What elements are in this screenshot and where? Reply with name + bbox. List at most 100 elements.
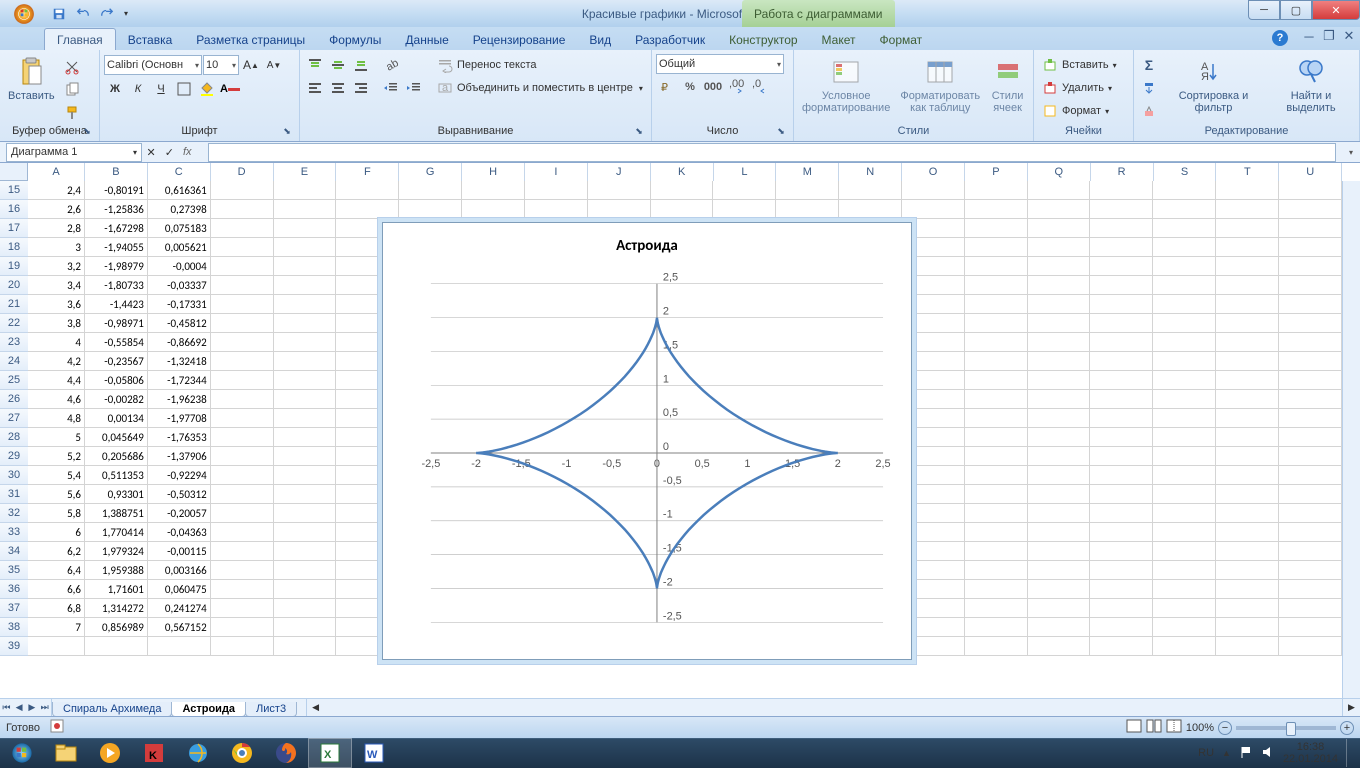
cell[interactable] <box>1153 219 1216 238</box>
cell[interactable] <box>1279 428 1342 447</box>
cell[interactable] <box>1028 637 1091 656</box>
column-header[interactable]: P <box>965 163 1028 181</box>
font-color-button[interactable]: A <box>219 78 241 100</box>
cell[interactable]: -1,25836 <box>85 200 148 219</box>
tab-view[interactable]: Вид <box>577 29 623 50</box>
cell[interactable] <box>1279 333 1342 352</box>
cell[interactable] <box>1216 523 1279 542</box>
cell[interactable] <box>1090 599 1153 618</box>
comma-button[interactable]: 000 <box>702 76 724 98</box>
cell[interactable] <box>1279 466 1342 485</box>
cell[interactable] <box>525 181 588 200</box>
tray-clock[interactable]: 16:3822.01.2014 <box>1283 741 1338 765</box>
clipboard-launcher[interactable]: ⬊ <box>81 126 93 138</box>
column-header[interactable]: E <box>274 163 337 181</box>
cell[interactable] <box>274 428 337 447</box>
tab-nav-last[interactable]: ⏭ <box>38 699 51 716</box>
orientation-button[interactable]: ab <box>380 54 402 76</box>
cell[interactable] <box>148 637 211 656</box>
autosum-button[interactable]: Σ <box>1138 54 1160 76</box>
cell[interactable]: -1,80733 <box>85 276 148 295</box>
cell[interactable]: 0,005621 <box>148 238 211 257</box>
merge-center-button[interactable]: aОбъединить и поместить в центре▾ <box>433 77 647 99</box>
cell[interactable]: 0,27398 <box>148 200 211 219</box>
cell[interactable] <box>211 314 274 333</box>
cell[interactable]: 4,6 <box>28 390 85 409</box>
insert-cells-button[interactable]: Вставить▾ <box>1038 54 1121 76</box>
cell[interactable] <box>965 447 1028 466</box>
cell[interactable] <box>965 561 1028 580</box>
cell[interactable] <box>1090 542 1153 561</box>
qat-customize-dropdown[interactable]: ▾ <box>120 3 132 25</box>
cell[interactable] <box>1153 561 1216 580</box>
cell[interactable]: 0,567152 <box>148 618 211 637</box>
cell[interactable] <box>274 504 337 523</box>
zoom-slider[interactable] <box>1236 726 1336 730</box>
cell[interactable] <box>965 599 1028 618</box>
cell[interactable] <box>211 523 274 542</box>
cell[interactable] <box>274 238 337 257</box>
cell[interactable] <box>651 200 714 219</box>
chart-plot-area[interactable]: -2,5-2-1,5-1-0,500,511,522,5-2,5-2-1,5-1… <box>401 273 893 643</box>
row-header[interactable]: 35 <box>0 561 28 580</box>
cell[interactable] <box>274 333 337 352</box>
cell[interactable]: 6,2 <box>28 542 85 561</box>
cell[interactable]: 0,060475 <box>148 580 211 599</box>
row-header[interactable]: 25 <box>0 371 28 390</box>
align-top[interactable] <box>304 54 326 76</box>
cell[interactable]: -1,76353 <box>148 428 211 447</box>
cell[interactable] <box>1090 580 1153 599</box>
column-header[interactable]: H <box>462 163 525 181</box>
cell[interactable] <box>1028 599 1091 618</box>
row-header[interactable]: 20 <box>0 276 28 295</box>
cell[interactable] <box>902 200 965 219</box>
row-header[interactable]: 34 <box>0 542 28 561</box>
cell[interactable]: 3,4 <box>28 276 85 295</box>
cell[interactable] <box>1279 371 1342 390</box>
column-header[interactable]: B <box>85 163 148 181</box>
cell[interactable] <box>1090 447 1153 466</box>
cell[interactable]: 0,00134 <box>85 409 148 428</box>
cell[interactable] <box>211 618 274 637</box>
cell[interactable] <box>1153 390 1216 409</box>
cell[interactable]: 0,045649 <box>85 428 148 447</box>
column-header[interactable]: O <box>902 163 965 181</box>
paste-button[interactable]: Вставить <box>4 54 59 104</box>
format-cells-button[interactable]: Формат▾ <box>1038 100 1121 122</box>
cell[interactable] <box>274 409 337 428</box>
qat-undo[interactable] <box>72 3 94 25</box>
cell[interactable] <box>1090 200 1153 219</box>
grow-font-button[interactable]: A▲ <box>240 54 262 76</box>
tab-formulas[interactable]: Формулы <box>317 29 393 50</box>
cell[interactable] <box>1028 295 1091 314</box>
cell[interactable] <box>1216 257 1279 276</box>
cell[interactable] <box>274 542 337 561</box>
cell[interactable] <box>211 219 274 238</box>
window-minimize[interactable]: ─ <box>1248 0 1280 20</box>
cell[interactable] <box>211 485 274 504</box>
cell[interactable] <box>1216 295 1279 314</box>
cell[interactable] <box>965 276 1028 295</box>
cell[interactable] <box>211 181 274 200</box>
taskbar-kaspersky[interactable]: K <box>132 738 176 768</box>
row-header[interactable]: 32 <box>0 504 28 523</box>
row-header[interactable]: 16 <box>0 200 28 219</box>
cell[interactable] <box>965 257 1028 276</box>
tab-page-layout[interactable]: Разметка страницы <box>184 29 317 50</box>
taskbar-media-player[interactable] <box>88 738 132 768</box>
cell[interactable] <box>1216 409 1279 428</box>
cell[interactable] <box>336 181 399 200</box>
cell[interactable] <box>1279 447 1342 466</box>
cell[interactable] <box>211 466 274 485</box>
cell[interactable] <box>1028 618 1091 637</box>
cell[interactable]: 1,71601 <box>85 580 148 599</box>
cell[interactable] <box>1028 181 1091 200</box>
row-header[interactable]: 30 <box>0 466 28 485</box>
cell[interactable] <box>1028 523 1091 542</box>
select-all-corner[interactable] <box>0 163 28 181</box>
cell[interactable]: -1,32418 <box>148 352 211 371</box>
cell[interactable] <box>1216 447 1279 466</box>
cell[interactable] <box>1090 352 1153 371</box>
cell[interactable] <box>965 618 1028 637</box>
column-header[interactable]: F <box>336 163 399 181</box>
